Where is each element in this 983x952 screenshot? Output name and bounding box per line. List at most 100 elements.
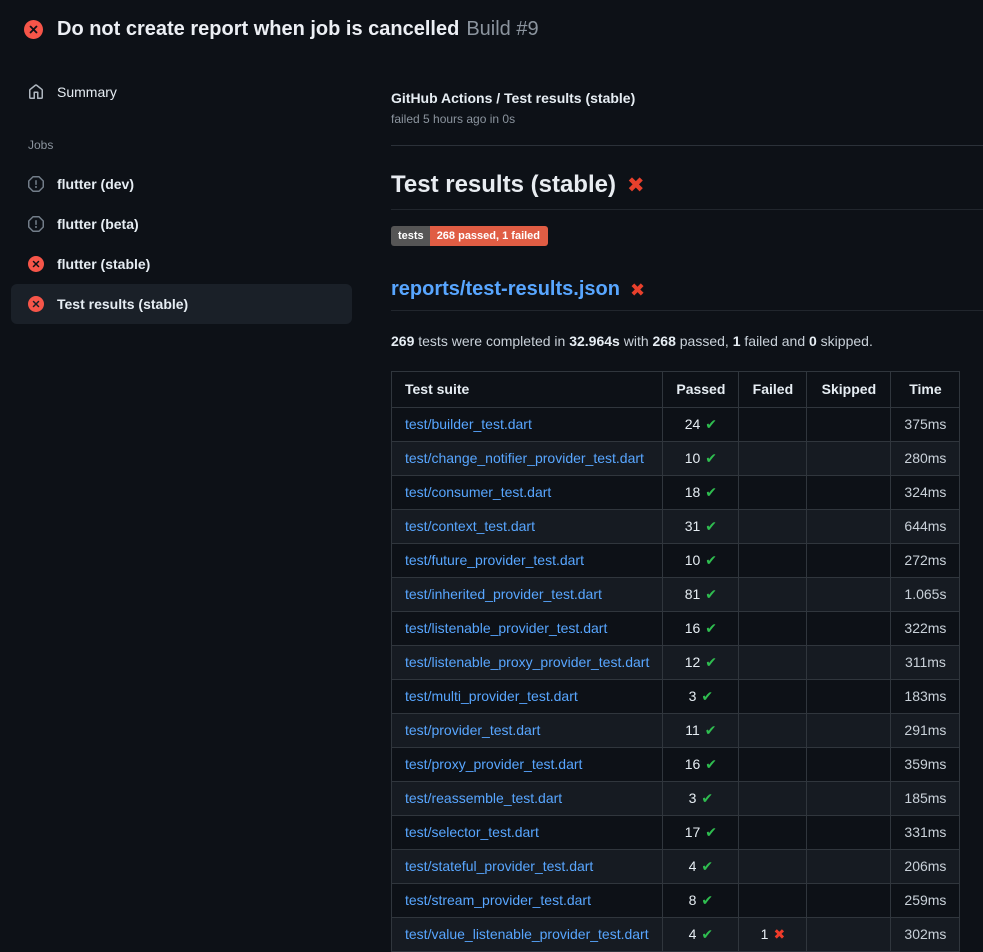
test-suite-link[interactable]: test/listenable_provider_test.dart [405, 620, 607, 636]
summary-value: 268 [653, 333, 676, 349]
test-suite-link[interactable]: test/multi_provider_test.dart [405, 688, 578, 704]
table-row: test/multi_provider_test.dart3✔183ms [392, 680, 960, 714]
test-suite-link[interactable]: test/consumer_test.dart [405, 484, 551, 500]
count-value: 3 [689, 688, 697, 704]
sidebar-item-summary[interactable]: Summary [11, 74, 352, 110]
report-file-link[interactable]: reports/test-results.json [391, 277, 620, 302]
cell-failed [739, 782, 807, 816]
check-mark-icon: ✔ [705, 620, 717, 636]
check-mark-icon: ✔ [701, 688, 713, 704]
cell-test-suite: test/builder_test.dart [392, 408, 663, 442]
table-row: test/consumer_test.dart 18✔ 324ms [392, 476, 960, 510]
main-content: GitHub Actions / Test results (stable) f… [391, 56, 983, 952]
count-value: 10 [685, 552, 701, 568]
cell-time: 375ms [891, 408, 960, 442]
table-header-row: Test suitePassedFailedSkippedTime [392, 372, 960, 408]
cell-skipped [807, 578, 891, 612]
test-suite-link[interactable]: test/listenable_proxy_provider_test.dart [405, 654, 649, 670]
page-title: Do not create report when job is cancell… [57, 18, 459, 40]
count-value: 4 [689, 926, 697, 942]
x-circle-fill-icon [28, 296, 44, 312]
sidebar-item-flutter-beta[interactable]: flutter (beta) [11, 204, 352, 244]
results-table: Test suitePassedFailedSkippedTime test/b… [391, 371, 960, 952]
check-mark-icon: ✔ [705, 484, 717, 500]
sidebar: Summary Jobs flutter (dev)flutter (beta)… [0, 56, 391, 324]
cell-passed: 16✔ [663, 612, 739, 646]
cell-passed: 3✔ [663, 782, 739, 816]
cell-passed: 18✔ [663, 476, 739, 510]
cell-time: 280ms [891, 442, 960, 476]
breadcrumb: GitHub Actions / Test results (stable) [391, 88, 983, 108]
sidebar-item-test-results-stable[interactable]: Test results (stable) [11, 284, 352, 324]
test-suite-link[interactable]: test/value_listenable_provider_test.dart [405, 926, 649, 942]
summary-value: 269 [391, 333, 414, 349]
check-mark-icon: ✔ [701, 926, 713, 942]
cell-test-suite: test/listenable_proxy_provider_test.dart [392, 646, 663, 680]
test-suite-link[interactable]: test/change_notifier_provider_test.dart [405, 450, 644, 466]
summary-text: passed, [676, 333, 733, 349]
check-mark-icon: ✔ [705, 450, 717, 466]
x-circle-fill-icon [28, 256, 44, 272]
summary-text: with [620, 333, 653, 349]
cell-passed: 16✔ [663, 748, 739, 782]
test-suite-link[interactable]: test/context_test.dart [405, 518, 535, 534]
test-suite-link[interactable]: test/builder_test.dart [405, 416, 532, 432]
test-suite-link[interactable]: test/future_provider_test.dart [405, 552, 584, 568]
check-run-header: Do not create report when job is cancell… [0, 0, 983, 56]
count-value: 11 [685, 722, 700, 738]
count-value: 16 [685, 620, 701, 636]
cell-time: 324ms [891, 476, 960, 510]
table-row: test/listenable_proxy_provider_test.dart… [392, 646, 960, 680]
badge-label: tests [391, 226, 430, 246]
count-value: 4 [689, 858, 697, 874]
cell-test-suite: test/inherited_provider_test.dart [392, 578, 663, 612]
test-suite-link[interactable]: test/stream_provider_test.dart [405, 892, 591, 908]
cell-failed [739, 510, 807, 544]
cell-failed [739, 748, 807, 782]
table-row: test/future_provider_test.dart10✔272ms [392, 544, 960, 578]
cell-passed: 8✔ [663, 884, 739, 918]
test-suite-link[interactable]: test/reassemble_test.dart [405, 790, 562, 806]
cell-time: 1.065s [891, 578, 960, 612]
cell-failed [739, 442, 807, 476]
cell-test-suite: test/multi_provider_test.dart [392, 680, 663, 714]
cell-skipped [807, 476, 891, 510]
cell-test-suite: test/context_test.dart [392, 510, 663, 544]
cell-passed: 24✔ [663, 408, 739, 442]
cell-time: 291ms [891, 714, 960, 748]
cell-passed: 10✔ [663, 544, 739, 578]
summary-line: 269 tests were completed in 32.964s with… [391, 331, 983, 352]
summary-value: 32.964s [569, 333, 620, 349]
cell-skipped [807, 884, 891, 918]
stop-icon [28, 176, 44, 192]
sidebar-item-label: flutter (stable) [57, 254, 150, 274]
table-row: test/proxy_provider_test.dart16✔359ms [392, 748, 960, 782]
cell-skipped [807, 850, 891, 884]
cell-failed [739, 816, 807, 850]
sidebar-item-flutter-dev[interactable]: flutter (dev) [11, 164, 352, 204]
check-mark-icon: ✔ [705, 518, 717, 534]
cell-skipped [807, 714, 891, 748]
count-value: 17 [685, 824, 701, 840]
test-suite-link[interactable]: test/proxy_provider_test.dart [405, 756, 582, 772]
check-mark-icon: ✔ [705, 756, 717, 772]
check-mark-icon: ✔ [705, 552, 717, 568]
summary-value: 1 [733, 333, 741, 349]
cell-failed [739, 680, 807, 714]
table-row: test/stateful_provider_test.dart4✔206ms [392, 850, 960, 884]
cell-passed: 31✔ [663, 510, 739, 544]
cross-mark-icon: ✖ [773, 926, 785, 942]
test-suite-link[interactable]: test/inherited_provider_test.dart [405, 586, 602, 602]
test-suite-link[interactable]: test/provider_test.dart [405, 722, 540, 738]
table-row: test/provider_test.dart11✔291ms [392, 714, 960, 748]
sidebar-item-flutter-stable[interactable]: flutter (stable) [11, 244, 352, 284]
check-mark-icon: ✔ [701, 858, 713, 874]
table-row: test/builder_test.dart 24✔ 375ms [392, 408, 960, 442]
table-row: test/reassemble_test.dart3✔185ms [392, 782, 960, 816]
cell-skipped [807, 442, 891, 476]
check-mark-icon: ✔ [705, 654, 717, 670]
check-mark-icon: ✔ [705, 824, 717, 840]
cell-failed [739, 578, 807, 612]
test-suite-link[interactable]: test/selector_test.dart [405, 824, 539, 840]
test-suite-link[interactable]: test/stateful_provider_test.dart [405, 858, 593, 874]
